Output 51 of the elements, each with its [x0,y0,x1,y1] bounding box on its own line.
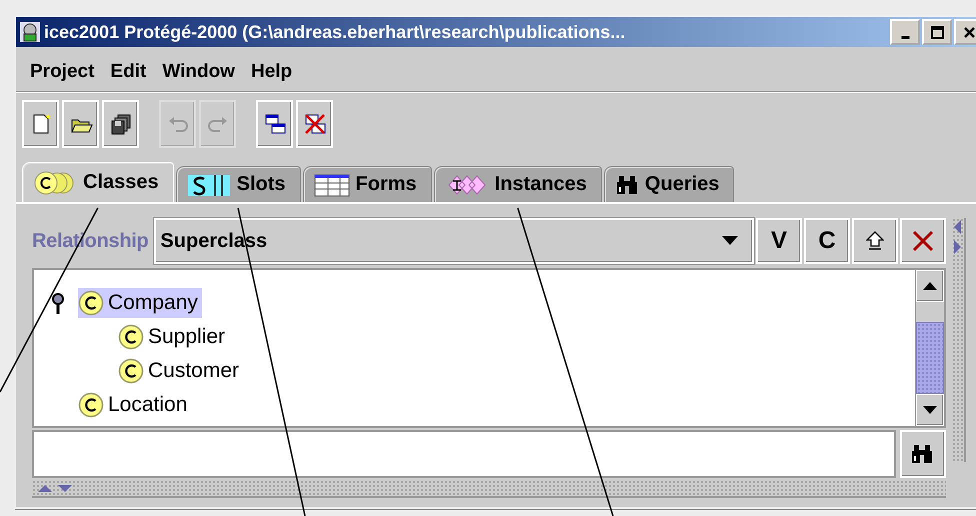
class-icon [118,358,144,384]
class-button[interactable]: V [756,218,802,264]
find-button[interactable] [900,430,946,478]
windows-button[interactable] [256,100,293,148]
disks-button[interactable] [102,100,139,148]
maximize-icon [930,24,944,40]
up-arrow-icon [866,231,884,251]
windows-cross-button[interactable] [296,100,333,148]
search-field[interactable] [32,430,896,478]
scroll-track [916,302,944,322]
class-icon [78,290,104,316]
class-icon [78,392,104,418]
move-up-button[interactable] [852,218,898,264]
windows-cross-icon [302,112,326,136]
folder-button[interactable] [62,100,99,148]
menu-item[interactable]: Project [26,59,106,85]
form-icon [314,172,350,196]
scroll-thumb[interactable] [916,322,944,394]
class-icon [118,324,144,350]
delete-icon [911,229,935,253]
tree-item[interactable]: Supplier [118,322,230,352]
scroll-down-icon[interactable] [923,406,937,414]
caret-icon [722,236,738,246]
tab[interactable]: Classes [22,162,174,202]
window-title: icec2001 Protégé-2000 (G:\andreas.eberhart\research\publications... [44,22,626,42]
tab[interactable]: Slots [176,166,301,202]
tree-item[interactable]: Customer [118,356,244,386]
splitter-bar[interactable] [952,218,966,462]
menu-item[interactable]: Edit [106,59,158,85]
close-button[interactable] [954,19,976,45]
scroll-up-icon[interactable] [923,282,937,290]
tree-item[interactable]: Location [78,390,192,420]
tree-item[interactable]: Company [78,288,202,318]
scrollbar[interactable] [915,270,944,426]
app-logo-icon [19,21,41,43]
new-file-button[interactable] [22,100,59,148]
expanded-handle-icon[interactable] [51,290,65,316]
slot-icon [186,172,231,196]
class-button[interactable]: C [804,218,850,264]
tab[interactable]: Queries [604,166,734,202]
windows-icon [262,112,286,136]
minimize-icon [900,36,910,38]
minimize-button[interactable] [890,19,920,45]
menu-item[interactable]: Window [158,59,247,85]
tab[interactable]: Instances [434,166,602,202]
menu-item[interactable]: Help [246,59,304,85]
disks-icon [108,112,132,136]
tab[interactable]: Forms [302,166,432,202]
close-icon [962,24,976,40]
delete-button[interactable] [900,218,946,264]
maximize-button[interactable] [922,19,952,45]
